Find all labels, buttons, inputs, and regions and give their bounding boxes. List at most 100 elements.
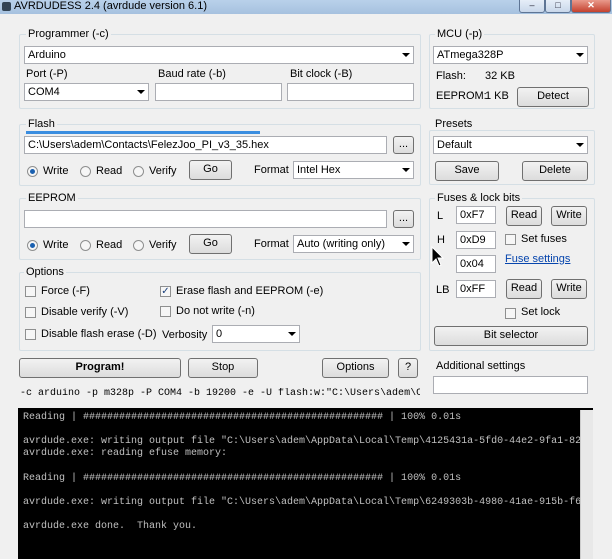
verbosity-select[interactable]: 0: [212, 325, 300, 343]
options-label: Options: [24, 266, 66, 279]
baud-label: Baud rate (-b): [158, 68, 226, 80]
eeprom-read-label: Read: [96, 239, 123, 251]
port-select[interactable]: COM4: [24, 83, 149, 101]
eeprom-file-input[interactable]: [24, 210, 387, 228]
chevron-down-icon: [402, 168, 410, 172]
chevron-down-icon: [576, 143, 584, 147]
options-button[interactable]: Options: [322, 358, 389, 378]
port-value: COM4: [28, 86, 60, 98]
flash-format-label: Format: [254, 164, 289, 176]
bitclock-input[interactable]: [287, 83, 414, 101]
verbosity-label: Verbosity: [162, 329, 208, 341]
eeprom-label: EEPROM: [26, 192, 78, 205]
presets-select[interactable]: Default: [433, 136, 588, 154]
fuse-settings-link[interactable]: Fuse settings: [505, 253, 570, 266]
fuse-l-label: L: [437, 210, 444, 222]
do-not-write-checkbox[interactable]: [160, 306, 171, 317]
fuse-lb-label: LB: [436, 284, 450, 296]
preset-delete-button[interactable]: Delete: [522, 161, 588, 181]
flash-verify-radio[interactable]: [133, 166, 144, 177]
console-scrollbar[interactable]: [580, 410, 593, 559]
flash-read-radio[interactable]: [80, 166, 91, 177]
flash-browse-button[interactable]: ...: [393, 136, 414, 154]
additional-settings-input[interactable]: [433, 376, 588, 394]
force-checkbox[interactable]: [25, 286, 36, 297]
set-lock-checkbox[interactable]: [505, 308, 516, 319]
fuse-lb-input[interactable]: 0xFF: [456, 280, 496, 298]
programmer-select[interactable]: Arduino: [24, 46, 414, 64]
fuse-h-input[interactable]: 0xD9: [456, 231, 496, 249]
fuses-label: Fuses & lock bits: [435, 192, 523, 205]
eeprom-verify-label: Verify: [149, 239, 177, 251]
force-label: Force (-F): [41, 285, 90, 297]
lock-read-button[interactable]: Read: [506, 279, 542, 299]
close-button[interactable]: ✕: [571, 0, 611, 13]
flash-size-value: 32 KB: [485, 70, 515, 82]
mcu-select[interactable]: ATmega328P: [433, 46, 588, 64]
detect-button[interactable]: Detect: [517, 87, 589, 107]
flash-read-label: Read: [96, 165, 123, 177]
eeprom-verify-radio[interactable]: [133, 240, 144, 251]
chevron-down-icon: [402, 53, 410, 57]
eeprom-write-label: Write: [43, 239, 69, 251]
programmer-value: Arduino: [28, 49, 66, 61]
flash-write-radio[interactable]: [27, 166, 38, 177]
verbosity-value: 0: [216, 328, 223, 340]
flash-go-button[interactable]: Go: [189, 160, 232, 180]
eeprom-format-select[interactable]: Auto (writing only): [293, 235, 414, 253]
eeprom-go-button[interactable]: Go: [189, 234, 232, 254]
eeprom-size-value: 1 KB: [485, 90, 509, 102]
fuse-e-input[interactable]: 0x04: [456, 255, 496, 273]
flash-write-label: Write: [43, 165, 69, 177]
do-not-write-label: Do not write (-n): [176, 305, 255, 317]
baud-input[interactable]: [155, 83, 282, 101]
console-output: Reading | ##############################…: [18, 408, 593, 559]
preset-save-button[interactable]: Save: [435, 161, 499, 181]
stop-button[interactable]: Stop: [188, 358, 258, 378]
disable-flash-erase-label: Disable flash erase (-D): [41, 328, 157, 340]
flash-verify-label: Verify: [149, 165, 177, 177]
console-line: avrdude.exe: writing output file "C:\Use…: [23, 497, 593, 508]
fuse-l-read-button[interactable]: Read: [506, 206, 542, 226]
flash-size-label: Flash:: [436, 70, 466, 82]
flash-file-input[interactable]: C:\Users\adem\Contacts\FelezJoo_PI_v3_35…: [24, 136, 387, 154]
flash-format-select[interactable]: Intel Hex: [293, 161, 414, 179]
minimize-button[interactable]: –: [519, 0, 545, 13]
erase-checkbox[interactable]: ✓: [160, 286, 171, 297]
eeprom-write-radio[interactable]: [27, 240, 38, 251]
additional-settings-label: Additional settings: [436, 360, 526, 372]
chevron-down-icon: [576, 53, 584, 57]
disable-verify-checkbox[interactable]: [25, 307, 36, 318]
help-button[interactable]: ?: [398, 358, 418, 378]
presets-label: Presets: [435, 118, 473, 130]
port-label: Port (-P): [26, 68, 68, 80]
chevron-down-icon: [288, 332, 296, 336]
app-icon: [2, 2, 11, 11]
set-lock-label: Set lock: [521, 306, 561, 318]
disable-flash-erase-checkbox[interactable]: [25, 329, 36, 340]
chevron-down-icon: [402, 242, 410, 246]
console-line: avrdude.exe done. Thank you.: [23, 521, 198, 532]
eeprom-read-radio[interactable]: [80, 240, 91, 251]
flash-label: Flash: [26, 118, 57, 131]
erase-label: Erase flash and EEPROM (-e): [176, 285, 324, 297]
maximize-button[interactable]: □: [545, 0, 571, 13]
window-title: AVRDUDESS 2.4 (avrdude version 6.1): [14, 0, 207, 12]
chevron-down-icon: [137, 90, 145, 94]
fuse-l-write-button[interactable]: Write: [551, 206, 587, 226]
presets-value: Default: [437, 139, 472, 151]
lock-write-button[interactable]: Write: [551, 279, 587, 299]
command-line-preview: -c arduino -p m328p -P COM4 -b 19200 -e …: [20, 388, 420, 399]
set-fuses-checkbox[interactable]: [505, 234, 516, 245]
program-button[interactable]: Program!: [19, 358, 181, 378]
fuse-l-input[interactable]: 0xF7: [456, 206, 496, 224]
bit-selector-button[interactable]: Bit selector: [434, 326, 588, 346]
console-line: avrdude.exe: writing output file "C:\Use…: [23, 436, 593, 447]
mcu-value: ATmega328P: [437, 49, 504, 61]
console-line: Reading | ##############################…: [23, 412, 462, 423]
eeprom-browse-button[interactable]: ...: [393, 210, 414, 228]
console-line: Reading | ##############################…: [23, 473, 462, 484]
eeprom-format-value: Auto (writing only): [297, 238, 386, 250]
flash-format-value: Intel Hex: [297, 164, 341, 176]
mcu-label: MCU (-p): [435, 28, 485, 41]
